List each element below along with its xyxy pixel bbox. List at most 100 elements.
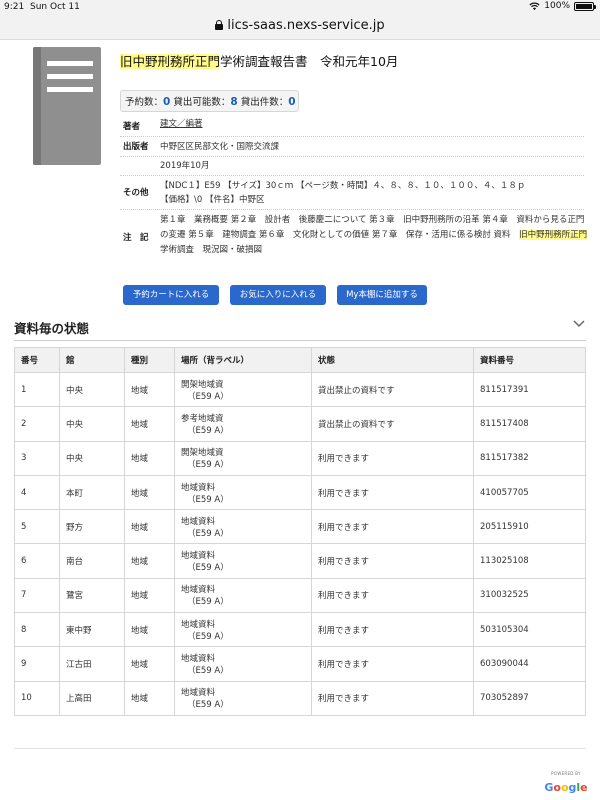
loan-count: 0: [288, 96, 296, 108]
cell-type: 地域: [124, 371, 175, 408]
column-header-branch: 館: [59, 347, 125, 373]
cell-number: 5: [14, 509, 60, 545]
address-bar[interactable]: lics-saas.nexs-service.jp: [0, 14, 600, 40]
cell-type: 地域: [124, 406, 175, 442]
cell-branch: 上高田: [59, 680, 125, 716]
cell-type: 地域: [124, 440, 175, 476]
notes-line-3: 学術調査 現況図・破損図: [160, 245, 263, 255]
cell-branch: 中央: [59, 440, 125, 476]
cell-item-id: 503105304: [473, 612, 586, 648]
column-header-item-id: 資料番号: [473, 347, 586, 373]
table-row: 7 鷺宮 地域 地域資料 （E59 A） 利用できます 310032525: [14, 577, 586, 614]
other-line-1: 【NDC１】E59 【サイズ】30ｃｍ 【ページ数・時間】４、８、８、１０、１０…: [160, 181, 526, 191]
cell-status: 貸出禁止の資料です: [311, 406, 474, 442]
cell-status: 利用できます: [311, 577, 474, 614]
url-display[interactable]: lics-saas.nexs-service.jp: [0, 18, 600, 33]
wifi-icon: [529, 2, 540, 10]
cell-type: 地域: [124, 646, 175, 682]
reserve-count-label: 予約数：: [125, 97, 164, 108]
cell-location: 開架地域資 （E59 A）: [174, 371, 312, 408]
lock-icon: [215, 20, 224, 30]
google-logo: Google: [544, 781, 588, 794]
spine-label: （E59 A）: [187, 494, 229, 505]
battery-percent: 100%: [544, 1, 570, 11]
holdings-table: 番号 館 種別 場所（背ラベル） 状態 資料番号 1 中央 地域 開架地域資 （E59 …: [14, 347, 586, 716]
clock: 9:21: [4, 2, 25, 12]
cell-location: 地域資料 （E59 A）: [174, 612, 312, 648]
table-row: 5 野方 地域 地域資料 （E59 A） 利用できます 205115910: [14, 509, 586, 545]
cell-type: 地域: [124, 577, 175, 614]
holdings-header-row: 番号 館 種別 場所（背ラベル） 状態 資料番号: [14, 347, 586, 373]
cell-branch: 鷺宮: [59, 577, 125, 614]
availability-counts: 予約数：0 貸出可能数：8 貸出件数：0: [120, 90, 299, 112]
location-shelf: 地域資料: [181, 688, 216, 699]
chevron-down-icon[interactable]: [573, 320, 585, 328]
add-to-favorites-button[interactable]: お気に入りに入れる: [230, 285, 326, 305]
cell-status: 貸出禁止の資料です: [311, 371, 474, 408]
author-row: 著者 建文／編著: [120, 117, 584, 137]
cell-number: 7: [14, 577, 60, 614]
title-highlight: 旧中野刑務所正門: [120, 54, 221, 69]
title-rest: 学術調査報告書 令和元年10月: [220, 54, 399, 69]
cell-status: 利用できます: [311, 543, 474, 579]
location-shelf: 地域資料: [181, 585, 216, 596]
publisher-row: 出版者 中野区区民部文化・国際交流課: [120, 137, 584, 157]
cell-type: 地域: [124, 474, 175, 511]
spine-label: （E59 A）: [187, 563, 229, 574]
table-row: 9 江古田 地域 地域資料 （E59 A） 利用できます 603090044: [14, 646, 586, 682]
reserve-count: 0: [163, 96, 171, 108]
loan-count-label: 貸出件数：: [240, 97, 289, 108]
column-header-number: 番号: [14, 347, 60, 373]
location-shelf: 地域資料: [181, 516, 216, 527]
publish-date: 2019年10月: [160, 161, 210, 171]
cell-type: 地域: [124, 543, 175, 579]
cell-item-id: 113025108: [473, 543, 586, 579]
cell-status: 利用できます: [311, 646, 474, 682]
cover-line: [47, 61, 93, 66]
book-cover-image: [33, 47, 101, 165]
add-to-reserve-cart-button[interactable]: 予約カートに入れる: [123, 285, 219, 305]
cell-location: 地域資料 （E59 A）: [174, 474, 312, 511]
cell-location: 地域資料 （E59 A）: [174, 543, 312, 579]
cell-number: 10: [14, 680, 60, 716]
cell-status: 利用できます: [311, 509, 474, 545]
table-row: 6 南台 地域 地域資料 （E59 A） 利用できます 113025108: [14, 543, 586, 579]
location-shelf: 開架地域資: [181, 448, 224, 459]
cell-location: 地域資料 （E59 A）: [174, 577, 312, 614]
url-text: lics-saas.nexs-service.jp: [227, 18, 385, 33]
holdings-heading: 資料毎の状態: [14, 321, 90, 336]
available-count: 8: [230, 96, 238, 108]
spine-label: （E59 A）: [187, 666, 229, 677]
notes-highlight: 旧中野刑務所正門: [519, 230, 588, 240]
cell-number: 1: [14, 371, 60, 408]
cell-location: 地域資料 （E59 A）: [174, 509, 312, 545]
other-row: その他 【NDC１】E59 【サイズ】30ｃｍ 【ページ数・時間】４、８、８、１…: [120, 176, 584, 210]
table-row: 4 本町 地域 地域資料 （E59 A） 利用できます 410057705: [14, 474, 586, 511]
cell-item-id: 811517382: [473, 440, 586, 476]
cell-branch: 野方: [59, 509, 125, 545]
cell-status: 利用できます: [311, 474, 474, 511]
holdings-body: 1 中央 地域 開架地域資 （E59 A） 貸出禁止の資料です 811517391 2 中央 地域…: [14, 371, 586, 716]
spine-label: （E59 A）: [187, 425, 229, 436]
powered-by-google-badge: POWERED BY Google: [543, 771, 589, 794]
publisher-label: 出版者: [123, 142, 149, 152]
notes-line-2-text: の変遷 第５章 建物調査 第６章 文化財としての価値 第７章 保存・活用に係る検…: [160, 230, 520, 240]
spine-label: （E59 A）: [187, 391, 229, 402]
notes-row: 注 記 第１章 業務概要 第２章 設計者 後藤慶二について 第３章 旧中野刑務所…: [120, 210, 588, 256]
author-link[interactable]: 建文／編著: [160, 117, 203, 131]
location-shelf: 参考地域資: [181, 413, 224, 424]
powered-by-text: POWERED BY: [551, 771, 581, 776]
spine-label: （E59 A）: [187, 631, 229, 642]
cell-branch: 中央: [59, 406, 125, 442]
column-header-status: 状態: [311, 347, 474, 373]
location-shelf: 開架地域資: [181, 379, 224, 390]
cell-branch: 東中野: [59, 612, 125, 648]
cell-location: 参考地域資 （E59 A）: [174, 406, 312, 442]
cell-number: 2: [14, 406, 60, 442]
status-bar: 9:21 Sun Oct 11 100%: [0, 0, 600, 14]
available-count-label: 貸出可能数：: [173, 97, 231, 108]
publisher-value: 中野区区民部文化・国際交流課: [160, 142, 280, 152]
cell-type: 地域: [124, 612, 175, 648]
cell-location: 開架地域資 （E59 A）: [174, 440, 312, 476]
add-to-my-shelf-button[interactable]: My本棚に追加する: [337, 285, 427, 305]
